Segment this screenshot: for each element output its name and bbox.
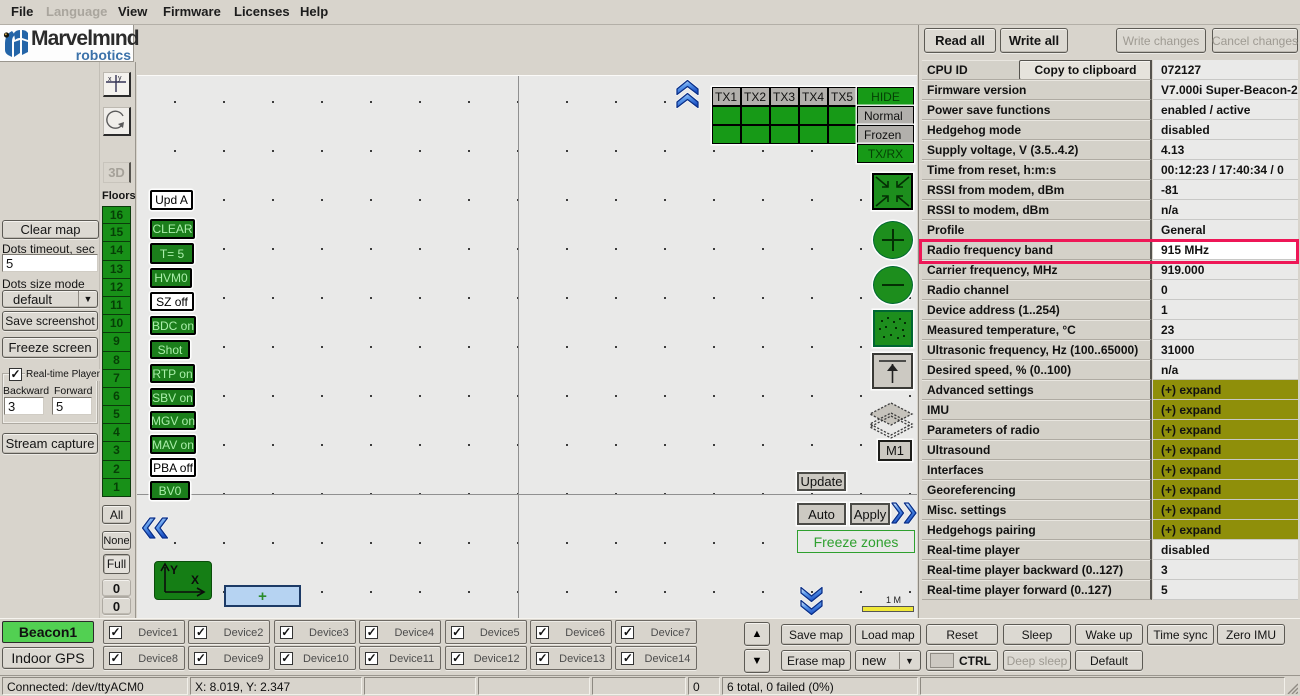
svg-text:X: X bbox=[191, 573, 199, 587]
svg-text:Y: Y bbox=[170, 563, 178, 577]
